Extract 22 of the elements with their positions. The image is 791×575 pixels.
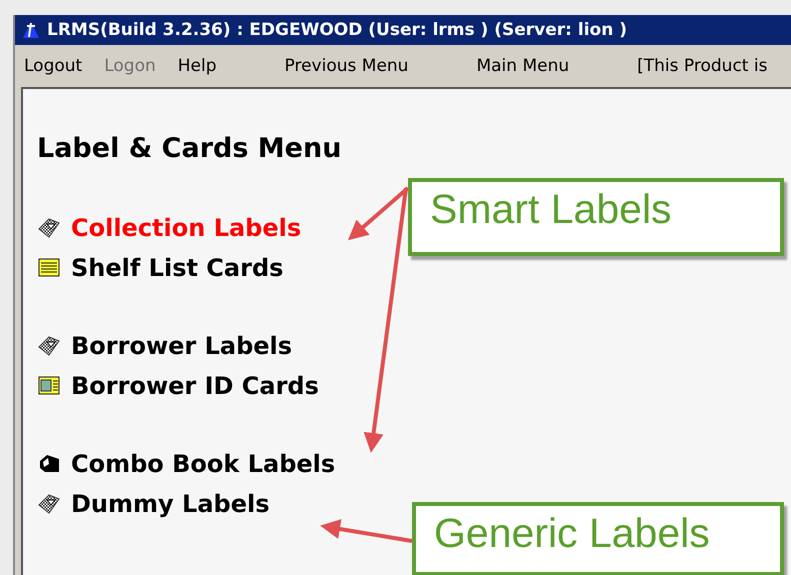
menu-link[interactable]: Combo Book Labels <box>71 450 336 478</box>
label-icon <box>37 493 61 515</box>
menu-link[interactable]: Borrower ID Cards <box>71 372 319 400</box>
card-icon <box>37 257 61 279</box>
menu-heading: Label & Cards Menu <box>37 133 342 164</box>
menu-item[interactable]: [This Product is <box>637 56 768 76</box>
menu-link[interactable]: Borrower Labels <box>71 332 292 360</box>
menu-item[interactable]: Previous Menu <box>284 56 408 76</box>
label-icon <box>37 335 61 357</box>
menu-link[interactable]: Shelf List Cards <box>71 254 284 282</box>
id-card-icon <box>37 375 61 397</box>
smart-labels-callout: Smart Labels <box>408 178 784 256</box>
menu-link[interactable]: Dummy Labels <box>71 490 270 518</box>
menu-item[interactable]: Help <box>178 56 217 76</box>
menu-link[interactable]: Collection Labels <box>71 214 302 242</box>
menu-item[interactable]: Logout <box>24 56 82 76</box>
book-icon <box>37 453 61 475</box>
window-title: LRMS(Build 3.2.36) : EDGEWOOD (User: lrms ) (Server: lion ) <box>47 20 628 40</box>
generic-labels-callout: Generic Labels <box>412 502 784 575</box>
label-icon <box>37 217 61 239</box>
app-logo-icon <box>21 20 41 40</box>
menu-item[interactable]: Main Menu <box>476 56 570 76</box>
